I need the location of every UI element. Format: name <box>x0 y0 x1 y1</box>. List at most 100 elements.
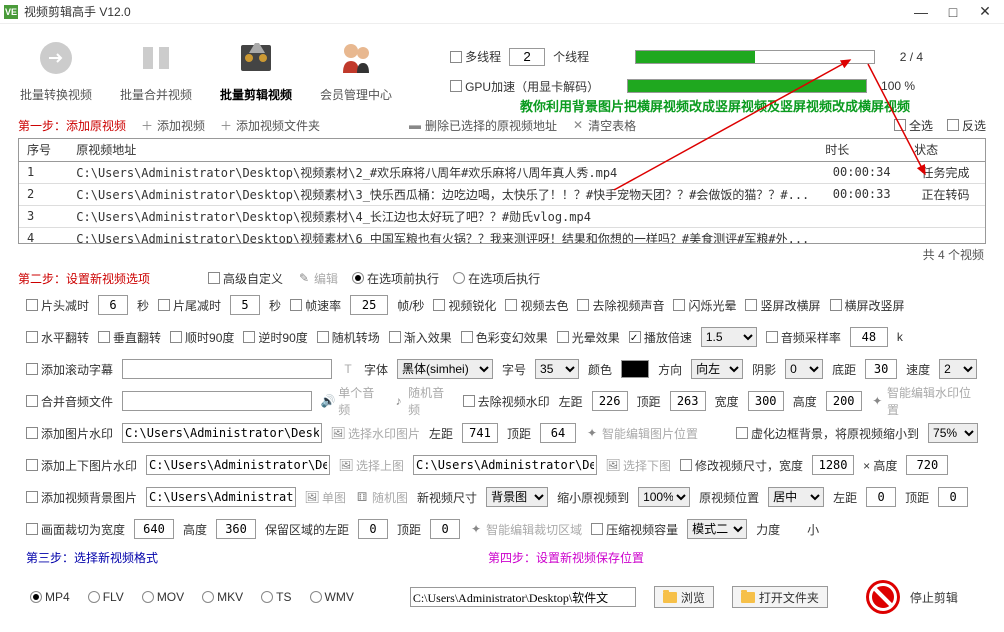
advanced-checkbox[interactable]: 高级自定义 <box>208 270 283 287</box>
img-wm-path[interactable] <box>122 423 322 443</box>
close-button[interactable]: ✕ <box>978 5 992 19</box>
newsize-select[interactable]: 背景图 <box>486 487 548 507</box>
format-radio-flv[interactable]: FLV <box>88 590 124 604</box>
single-img-button[interactable]: 🖼单图 <box>305 489 346 506</box>
format-radio-mov[interactable]: MOV <box>142 590 184 604</box>
shrink-select[interactable]: 100% <box>638 487 690 507</box>
h2v-checkbox[interactable]: 横屏改竖屏 <box>830 297 905 314</box>
select-wm-button[interactable]: 🖼选择水印图片 <box>331 425 420 442</box>
edit-button[interactable]: ✎编辑 <box>297 270 338 287</box>
colorshift-checkbox[interactable]: 色彩变幻效果 <box>461 329 548 346</box>
table-row[interactable]: 2C:\Users\Administrator\Desktop\视频素材\3_快… <box>19 183 985 205</box>
format-radio-mkv[interactable]: MKV <box>202 590 243 604</box>
fps-checkbox[interactable]: 帧速率 <box>290 297 341 314</box>
random-img-button[interactable]: ⚅随机图 <box>355 489 408 506</box>
tail-cut-input[interactable] <box>230 295 260 315</box>
exec-after-radio[interactable]: 在选项后执行 <box>453 270 540 287</box>
bg-top-input[interactable] <box>938 487 968 507</box>
gpu-checkbox[interactable]: GPU加速（用显卡解码） <box>450 78 599 95</box>
tail-cut-checkbox[interactable]: 片尾减时 <box>158 297 221 314</box>
bg-path-input[interactable] <box>146 487 296 507</box>
bottom-img-path[interactable] <box>413 455 597 475</box>
bg-checkbox[interactable]: 添加视频背景图片 <box>26 489 137 506</box>
speed-select[interactable]: 1.5 <box>701 327 757 347</box>
member-center-button[interactable]: 会员管理中心 <box>320 34 392 103</box>
bg-left-input[interactable] <box>866 487 896 507</box>
audio-path-input[interactable] <box>122 391 312 411</box>
batch-merge-button[interactable]: 批量合并视频 <box>120 34 192 103</box>
vflip-checkbox[interactable]: 垂直翻转 <box>98 329 161 346</box>
wm-top-input[interactable] <box>670 391 706 411</box>
wm-width-input[interactable] <box>748 391 784 411</box>
format-radio-mp4[interactable]: MP4 <box>30 590 70 604</box>
open-folder-button[interactable]: 打开文件夹 <box>732 586 828 608</box>
compress-checkbox[interactable]: 压缩视频容量 <box>591 521 678 538</box>
clear-table-button[interactable]: ✕清空表格 <box>571 117 636 134</box>
crop-checkbox[interactable]: 画面裁切为宽度 <box>26 521 125 538</box>
video-table[interactable]: 序号 原视频地址 时长 状态 1C:\Users\Administrator\D… <box>18 138 986 244</box>
cw90-checkbox[interactable]: 顺时90度 <box>170 329 234 346</box>
virtual-select[interactable]: 75% <box>928 423 978 443</box>
img-wm-checkbox[interactable]: 添加图片水印 <box>26 425 113 442</box>
smart-crop-button[interactable]: ✦智能编辑裁切区域 <box>469 521 582 538</box>
remove-wm-checkbox[interactable]: 去除视频水印 <box>463 393 550 410</box>
scrolltext-input[interactable] <box>122 359 332 379</box>
wm-height-input[interactable] <box>826 391 862 411</box>
keep-top-input[interactable] <box>430 519 460 539</box>
table-row[interactable]: 4C:\Users\Administrator\Desktop\视频素材\6_中… <box>19 227 985 244</box>
scrolltext-checkbox[interactable]: 添加滚动字幕 <box>26 361 113 378</box>
multithread-checkbox[interactable]: 多线程 <box>450 48 501 65</box>
save-path-input[interactable] <box>410 587 636 607</box>
single-audio-button[interactable]: 🔊单个音频 <box>321 384 383 418</box>
smart-img-button[interactable]: ✦智能编辑图片位置 <box>585 425 698 442</box>
flash-checkbox[interactable]: 闪烁光晕 <box>673 297 736 314</box>
halo-checkbox[interactable]: 光晕效果 <box>557 329 620 346</box>
stop-button[interactable]: 停止剪辑 <box>866 580 958 614</box>
smart-wm-button[interactable]: ✦智能编辑水印位置 <box>871 384 978 418</box>
maximize-button[interactable]: □ <box>946 5 960 19</box>
bottom-input[interactable] <box>865 359 897 379</box>
textspeed-select[interactable]: 2 <box>939 359 977 379</box>
sharpen-checkbox[interactable]: 视频锐化 <box>433 297 496 314</box>
batch-edit-button[interactable]: 批量剪辑视频 <box>220 34 292 103</box>
v2h-checkbox[interactable]: 竖屏改横屏 <box>745 297 820 314</box>
hflip-checkbox[interactable]: 水平翻转 <box>26 329 89 346</box>
color-picker[interactable] <box>621 360 649 378</box>
format-radio-wmv[interactable]: WMV <box>310 590 354 604</box>
shadow-select[interactable]: 0 <box>785 359 823 379</box>
browse-button[interactable]: 浏览 <box>654 586 714 608</box>
font-select[interactable]: 黑体(simhei) <box>397 359 493 379</box>
thread-count-input[interactable] <box>509 48 545 66</box>
resize-h-input[interactable] <box>906 455 948 475</box>
table-row[interactable]: 3C:\Users\Administrator\Desktop\视频素材\4_长… <box>19 205 985 227</box>
fadein-checkbox[interactable]: 渐入效果 <box>389 329 452 346</box>
exec-before-radio[interactable]: 在选项前执行 <box>352 270 439 287</box>
img-top-input[interactable] <box>540 423 576 443</box>
wm-left-input[interactable] <box>592 391 628 411</box>
add-video-button[interactable]: ＋添加视频 <box>140 117 205 134</box>
top-img-path[interactable] <box>146 455 330 475</box>
origpos-select[interactable]: 居中 <box>768 487 824 507</box>
ccw90-checkbox[interactable]: 逆时90度 <box>243 329 307 346</box>
table-row[interactable]: 1C:\Users\Administrator\Desktop\视频素材\2_#… <box>19 161 985 183</box>
head-cut-checkbox[interactable]: 片头减时 <box>26 297 89 314</box>
select-top-button[interactable]: 🖼选择上图 <box>339 457 404 474</box>
head-cut-input[interactable] <box>98 295 128 315</box>
speed-checkbox[interactable]: 播放倍速 <box>629 329 692 346</box>
keep-left-input[interactable] <box>358 519 388 539</box>
crop-h-input[interactable] <box>216 519 256 539</box>
compress-select[interactable]: 模式二 <box>687 519 747 539</box>
random-audio-button[interactable]: ♪随机音频 <box>392 384 454 418</box>
decolor-checkbox[interactable]: 视频去色 <box>505 297 568 314</box>
direction-select[interactable]: 向左 <box>691 359 743 379</box>
select-all-checkbox[interactable]: 全选 <box>894 117 933 134</box>
merge-audio-checkbox[interactable]: 合并音频文件 <box>26 393 113 410</box>
resize-w-input[interactable] <box>812 455 854 475</box>
invert-selection-checkbox[interactable]: 反选 <box>947 117 986 134</box>
delete-selected-button[interactable]: ▬删除已选择的原视频地址 <box>408 117 557 134</box>
minimize-button[interactable]: — <box>914 5 928 19</box>
select-bottom-button[interactable]: 🖼选择下图 <box>606 457 671 474</box>
img-left-input[interactable] <box>462 423 498 443</box>
batch-convert-button[interactable]: 批量转换视频 <box>20 34 92 103</box>
fontsize-select[interactable]: 35 <box>535 359 579 379</box>
